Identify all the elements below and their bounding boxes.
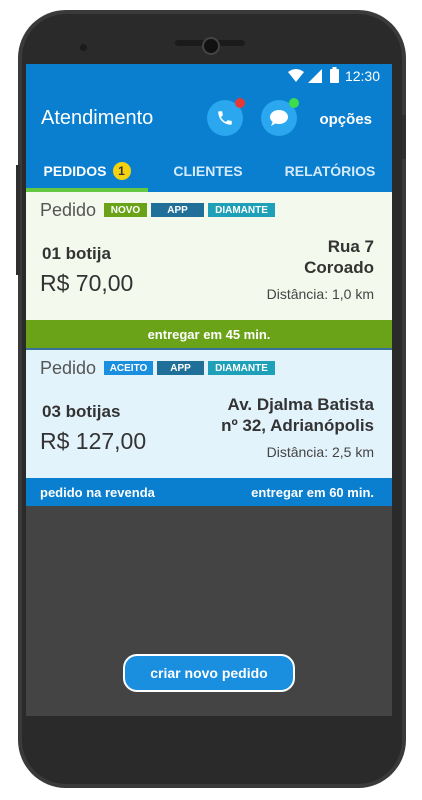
order-label: Pedido bbox=[40, 358, 97, 378]
delivery-time: entregar em 60 min. bbox=[251, 485, 374, 500]
clock: 12:30 bbox=[344, 68, 380, 84]
order-price: R$ 70,00 bbox=[40, 270, 134, 296]
distance: Distância: 2,5 km bbox=[266, 444, 374, 460]
order-price: R$ 127,00 bbox=[40, 428, 147, 454]
signal-icon bbox=[308, 69, 322, 83]
tier-tag: DIAMANTE bbox=[208, 361, 275, 375]
delivery-info-bar: pedido na revenda entregar em 60 min. bbox=[26, 478, 392, 506]
status-tag: ACEITO bbox=[104, 361, 153, 375]
chat-notification-dot bbox=[289, 98, 299, 108]
call-button[interactable] bbox=[207, 98, 245, 136]
status-tag: NOVO bbox=[104, 203, 147, 217]
tab-clientes[interactable]: CLIENTES bbox=[148, 150, 268, 192]
order-label: Pedido bbox=[40, 200, 97, 220]
count-badge: 1 bbox=[112, 162, 131, 180]
front-camera bbox=[202, 37, 220, 55]
battery-icon bbox=[330, 67, 339, 83]
tab-relatorios[interactable]: RELATÓRIOS bbox=[268, 150, 392, 192]
channel-tag: APP bbox=[151, 203, 204, 217]
call-notification-dot bbox=[235, 98, 245, 108]
app-bar: Atendimento opções bbox=[26, 88, 392, 150]
address-line1: Av. Djalma Batista bbox=[227, 395, 374, 414]
delivery-time-bar: entregar em 45 min. bbox=[26, 320, 392, 348]
tab-label: RELATÓRIOS bbox=[284, 163, 376, 179]
tab-pedidos[interactable]: PEDIDOS 1 bbox=[26, 150, 148, 192]
order-quantity: 01 botija bbox=[42, 244, 111, 263]
tier-tag: DIAMANTE bbox=[208, 203, 275, 217]
order-quantity: 03 botijas bbox=[42, 402, 121, 421]
distance: Distância: 1,0 km bbox=[266, 286, 374, 302]
power-button bbox=[402, 115, 406, 159]
app-screen: 12:30 Atendimento opções PEDIDOS 1 CLIEN… bbox=[26, 64, 392, 716]
address-line2: nº 32, Adrianópolis bbox=[221, 416, 374, 435]
wifi-icon bbox=[288, 69, 304, 82]
page-title: Atendimento bbox=[41, 107, 154, 129]
address-line1: Rua 7 bbox=[327, 237, 374, 256]
tab-label: PEDIDOS bbox=[43, 163, 107, 179]
delivery-time: entregar em 45 min. bbox=[147, 326, 271, 342]
chat-icon bbox=[270, 110, 288, 126]
chat-button[interactable] bbox=[261, 98, 299, 136]
phone-icon bbox=[218, 111, 232, 125]
order-card[interactable]: Pedido NOVO APP DIAMANTE 01 botija R$ 70… bbox=[26, 192, 392, 320]
pickup-note: pedido na revenda bbox=[40, 485, 155, 500]
address-line2: Coroado bbox=[304, 258, 374, 277]
volume-button bbox=[16, 165, 20, 275]
status-bar: 12:30 bbox=[26, 64, 392, 88]
channel-tag: APP bbox=[157, 361, 204, 375]
create-order-button[interactable]: criar novo pedido bbox=[123, 654, 295, 692]
sensor bbox=[80, 44, 87, 51]
tab-bar: PEDIDOS 1 CLIENTES RELATÓRIOS bbox=[26, 150, 392, 192]
order-card[interactable]: Pedido ACEITO APP DIAMANTE 03 botijas R$… bbox=[26, 350, 392, 478]
tab-label: CLIENTES bbox=[173, 163, 243, 179]
options-menu[interactable]: opções bbox=[319, 111, 372, 128]
